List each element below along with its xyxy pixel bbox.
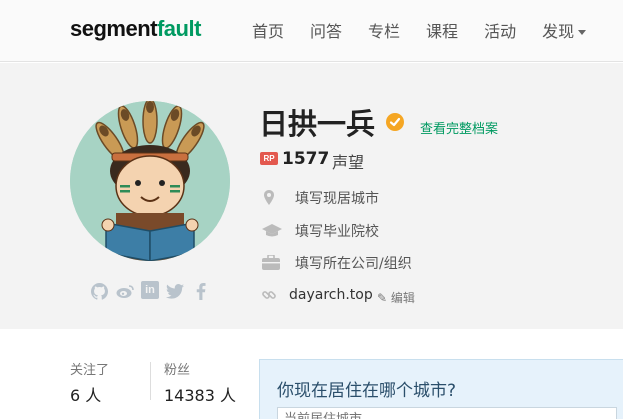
city-prompt-panel: 你现在居住在哪个城市?	[259, 359, 623, 419]
city-prompt-title: 你现在居住在哪个城市?	[277, 381, 457, 401]
company-field[interactable]: 填写所在公司/组织	[295, 253, 412, 273]
edit-label: 编辑	[390, 291, 415, 305]
school-row: 填写毕业院校	[262, 223, 379, 240]
website-link[interactable]: dayarch.top	[289, 287, 373, 303]
logo-accent: fault	[156, 16, 201, 41]
reputation-label: 声望	[332, 153, 365, 172]
following-stat[interactable]: 关注了 6 人	[70, 359, 109, 406]
company-row: 填写所在公司/组织	[262, 254, 412, 272]
site-logo[interactable]: segmentfault	[70, 16, 201, 42]
school-field[interactable]: 填写毕业院校	[295, 221, 379, 241]
main-nav: 首页 问答 专栏 课程 活动 发现	[252, 18, 612, 42]
rp-badge: RP	[260, 152, 278, 165]
linkedin-icon[interactable]: in	[141, 281, 159, 299]
profile-header: in 日拱一兵 查看完整档案 RP 1577 声望 填写现居城市 填写毕业院校 …	[0, 63, 623, 329]
nav-home[interactable]: 首页	[252, 18, 284, 42]
followers-stat[interactable]: 粉丝 14383 人	[164, 359, 236, 406]
city-row: 填写现居城市	[262, 190, 379, 207]
chevron-down-icon	[578, 30, 587, 35]
city-field[interactable]: 填写现居城市	[295, 188, 379, 208]
verified-icon	[386, 113, 404, 131]
user-name: 日拱一兵	[259, 107, 376, 141]
nav-events[interactable]: 活动	[484, 18, 516, 42]
city-input[interactable]	[277, 407, 617, 419]
view-full-profile-link[interactable]: 查看完整档案	[420, 118, 498, 137]
weibo-icon[interactable]	[115, 281, 135, 301]
nav-courses[interactable]: 课程	[426, 18, 458, 42]
link-icon	[262, 287, 280, 303]
nav-discover-label: 发现	[542, 22, 575, 41]
top-navbar: segmentfault 首页 问答 专栏 课程 活动 发现	[0, 0, 623, 62]
nav-questions[interactable]: 问答	[310, 18, 342, 42]
twitter-icon[interactable]	[165, 281, 185, 301]
stats-divider	[150, 362, 151, 400]
social-links: in	[89, 281, 211, 301]
following-value: 6 人	[70, 386, 102, 405]
followers-value: 14383 人	[164, 386, 236, 405]
avatar[interactable]	[70, 101, 230, 261]
logo-main: segment	[70, 16, 157, 41]
pencil-icon: ✎	[377, 291, 388, 305]
github-icon[interactable]	[89, 281, 109, 301]
graduation-cap-icon	[262, 223, 282, 239]
following-label: 关注了	[70, 363, 110, 378]
followers-label: 粉丝	[164, 363, 191, 378]
reputation-value: 1577	[282, 149, 330, 169]
facebook-icon[interactable]	[191, 281, 211, 301]
website-row: dayarch.top	[262, 287, 373, 303]
nav-columns[interactable]: 专栏	[368, 18, 400, 42]
briefcase-icon	[262, 254, 280, 271]
nav-discover[interactable]: 发现	[542, 18, 587, 42]
map-pin-icon	[262, 190, 280, 206]
avatar-illustration	[70, 101, 230, 261]
edit-website-button[interactable]: ✎ 编辑	[377, 289, 415, 306]
